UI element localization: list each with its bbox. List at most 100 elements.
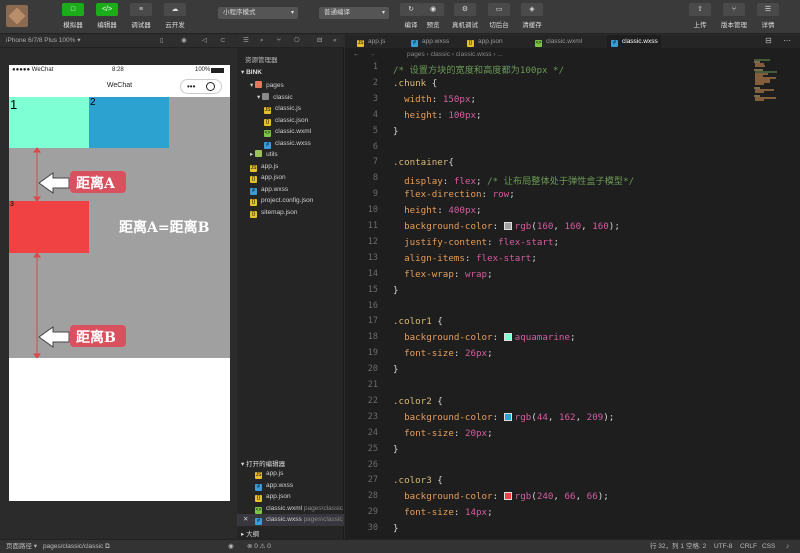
tree-item-utils[interactable]: ▸ utils bbox=[237, 149, 344, 161]
phone-screen[interactable]: ●●●●● WeChat 8:28 100% WeChat ••• 1 2 3 bbox=[9, 65, 230, 501]
open-editor-app-js[interactable]: JS app.js bbox=[237, 468, 344, 480]
toolbar-button-3[interactable]: ☁ 云开发 bbox=[157, 3, 193, 29]
code-token: : bbox=[431, 93, 443, 105]
encoding-setting[interactable]: UTF-8 bbox=[714, 540, 732, 553]
open-editor-label: app.json bbox=[266, 493, 291, 500]
tree-item-project-config-json[interactable]: {} project.config.json bbox=[237, 195, 344, 207]
toolbar-button-1[interactable]: </> 编辑器 bbox=[89, 3, 125, 29]
tab-classic-wxml[interactable]: <> classic.wxml bbox=[531, 35, 605, 48]
split-icon[interactable]: ⊟ bbox=[317, 35, 322, 47]
open-editor-app-wxss[interactable]: # app.wxss bbox=[237, 480, 344, 492]
code-line: .container{ bbox=[393, 157, 454, 168]
copy-icon[interactable]: ⧉ bbox=[105, 540, 110, 553]
open-editor-classic-wxml[interactable]: <> classic.wxml pages\classic bbox=[237, 503, 344, 515]
code-token: 26px bbox=[464, 348, 488, 360]
page-path-label[interactable]: 页面路径 ▾ bbox=[6, 540, 37, 553]
tab-app-json[interactable]: {} app.json bbox=[463, 35, 529, 48]
code-line: flex-direction: row; bbox=[393, 189, 515, 200]
toolbar-button-0[interactable]: □ 模拟器 bbox=[55, 3, 91, 29]
clock-label: 8:28 bbox=[112, 67, 124, 73]
record-icon[interactable]: ◉ bbox=[181, 35, 187, 47]
color-swatch[interactable] bbox=[503, 492, 512, 501]
right-action-button-0[interactable]: ⇧ 上传 bbox=[682, 3, 718, 29]
nav-back-icon[interactable]: ← bbox=[353, 48, 360, 61]
branch-icon[interactable]: ⑂ bbox=[277, 35, 281, 47]
open-editor-app-json[interactable]: {} app.json bbox=[237, 491, 344, 503]
action-button-3[interactable]: ▭ 切后台 bbox=[481, 3, 517, 29]
tree-item-app-wxss[interactable]: # app.wxss bbox=[237, 184, 344, 196]
bell-icon[interactable]: ♪ bbox=[786, 540, 789, 553]
split-editor-icon[interactable]: ⊟ bbox=[765, 36, 772, 45]
outline-header[interactable]: ▸ 大纲 bbox=[241, 528, 259, 538]
user-avatar[interactable] bbox=[6, 5, 28, 27]
cursor-position[interactable]: 行 32，列 1 bbox=[650, 540, 684, 553]
tab-classic-wxss[interactable]: # classic.wxss bbox=[607, 35, 661, 48]
tree-item-sitemap-json[interactable]: {} sitemap.json bbox=[237, 207, 344, 219]
action-button-1[interactable]: ◉ 预览 bbox=[415, 3, 451, 29]
code-token: { bbox=[431, 316, 443, 328]
open-editors-header[interactable]: ▾ 打开的编辑器 bbox=[241, 458, 341, 468]
mode-select[interactable]: 小程序模式 ▾ bbox=[218, 7, 298, 19]
tree-item-pages[interactable]: ▾ pages bbox=[237, 80, 344, 92]
indent-setting[interactable]: 空格: 2 bbox=[686, 540, 706, 553]
tree-item-classic-json[interactable]: {} classic.json bbox=[237, 115, 344, 127]
right-action-button-2[interactable]: ☰ 详情 bbox=[750, 3, 786, 29]
more-icon[interactable]: ••• bbox=[187, 80, 195, 93]
wxss-icon: # bbox=[255, 518, 262, 525]
eol-setting[interactable]: CRLF bbox=[740, 540, 757, 553]
tree-item-app-json[interactable]: {} app.json bbox=[237, 172, 344, 184]
right-action-button-1[interactable]: ⑂ 版本管理 bbox=[716, 3, 752, 29]
close-icon[interactable]: ✕ bbox=[243, 514, 248, 526]
tree-item-classic-wxml[interactable]: <> classic.wxml bbox=[237, 126, 344, 138]
eye-icon[interactable]: ◉ bbox=[228, 540, 234, 553]
code-token: ; bbox=[476, 176, 488, 188]
action-button-4[interactable]: ◈ 清缓存 bbox=[514, 3, 550, 29]
search-icon[interactable]: ⌕ bbox=[260, 35, 264, 47]
language-mode[interactable]: CSS bbox=[762, 540, 775, 553]
phone-icon[interactable]: ▯ bbox=[160, 35, 164, 47]
color-swatch[interactable] bbox=[503, 412, 512, 421]
more-actions-icon[interactable]: ⋯ bbox=[783, 36, 791, 45]
color-swatch[interactable] bbox=[503, 222, 512, 230]
toolbar-button-icon: ≡ bbox=[130, 3, 152, 16]
code-line: background-color: rgb(240, 66, 66); bbox=[393, 491, 609, 502]
toolbar-button-2[interactable]: ≡ 调试器 bbox=[123, 3, 159, 29]
list-icon[interactable]: ☰ bbox=[243, 35, 249, 47]
tab-app-js[interactable]: JS app.js bbox=[353, 35, 405, 48]
code-token: 160 bbox=[592, 221, 609, 232]
right-action-label: 详情 bbox=[761, 22, 775, 29]
tree-item-classic-wxss[interactable]: # classic.wxss bbox=[237, 138, 344, 150]
code-token: flex-start bbox=[476, 252, 532, 264]
nav-forward-icon[interactable]: → bbox=[369, 48, 376, 61]
capsule-menu[interactable]: ••• bbox=[180, 79, 222, 94]
code-token: wrap bbox=[464, 268, 488, 280]
code-token: ; bbox=[476, 109, 482, 121]
color-swatch[interactable] bbox=[503, 333, 512, 342]
action-button-2[interactable]: ⚙ 真机调试 bbox=[447, 3, 483, 29]
code-token: /* 设置方块的宽度和高度都为100px */ bbox=[393, 65, 565, 76]
chevron-left-icon[interactable]: « bbox=[333, 35, 337, 47]
explorer-root[interactable]: ▾ BINK bbox=[241, 68, 262, 76]
distance-b-text: 距离B bbox=[76, 330, 116, 346]
problems-indicator[interactable]: ⊗ 0 ⚠ 0 bbox=[247, 540, 271, 553]
line-number: 26 bbox=[367, 459, 378, 470]
code-token: { bbox=[426, 77, 438, 89]
tree-item-app-js[interactable]: JS app.js bbox=[237, 161, 344, 173]
open-editor-classic-wxss[interactable]: ✕ # classic.wxss pages\classic bbox=[237, 514, 344, 526]
file-tree: ▾ pages ▾ classic JS classic.js {} classic.js… bbox=[237, 80, 344, 218]
debug-icon[interactable]: ⎔ bbox=[294, 35, 300, 47]
toolbar-button-label: 云开发 bbox=[165, 22, 185, 29]
tree-item-label: classic.js bbox=[275, 105, 302, 112]
tree-item-classic[interactable]: ▾ classic bbox=[237, 92, 344, 104]
tree-item-classic-js[interactable]: JS classic.js bbox=[237, 103, 344, 115]
minimap[interactable] bbox=[752, 58, 792, 103]
page-path-value[interactable]: pages/classic/classic bbox=[43, 540, 103, 553]
compile-select[interactable]: 普通编译 ▾ bbox=[319, 7, 389, 19]
back-icon[interactable]: ◁ bbox=[202, 35, 207, 47]
tab-app-wxss[interactable]: # app.wxss bbox=[407, 35, 461, 48]
code-line: font-size: 26px; bbox=[393, 348, 493, 359]
rotate-icon[interactable]: ⊂ bbox=[220, 35, 225, 47]
close-circle-icon[interactable] bbox=[206, 82, 215, 91]
code-area[interactable]: 1/* 设置方块的宽度和高度都为100px */2 .chunk {3 width… bbox=[345, 62, 755, 539]
device-select[interactable]: iPhone 6/7/8 Plus 100% ▾ bbox=[6, 35, 80, 47]
